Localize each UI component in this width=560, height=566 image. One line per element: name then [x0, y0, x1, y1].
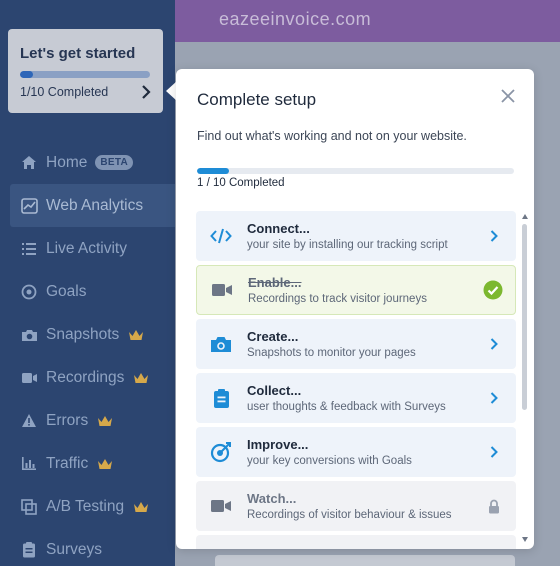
scrollbar-thumb[interactable]: [522, 224, 527, 410]
background-field: [215, 555, 515, 566]
sidebar-item-ab-testing[interactable]: A/B Testing: [10, 485, 175, 528]
sidebar-item-label: Traffic: [46, 454, 89, 472]
task-enable[interactable]: Enable... Recordings to track visitor jou…: [196, 265, 516, 315]
sidebar-item-errors[interactable]: Errors: [10, 399, 175, 442]
sidebar-item-label: Goals: [46, 282, 87, 300]
complete-setup-popover: Complete setup Find out what's working a…: [176, 69, 534, 549]
scroll-up-icon[interactable]: [522, 214, 528, 219]
camera-icon: [209, 332, 233, 356]
chart-icon: [20, 197, 38, 215]
sidebar-item-home[interactable]: Home BETA: [10, 141, 175, 184]
chevron-right-icon: [484, 334, 504, 354]
sidebar-item-label: Errors: [46, 411, 89, 429]
task-title: Improve...: [247, 437, 309, 452]
task-description: Snapshots to monitor your pages: [247, 347, 416, 359]
sidebar-item-label: Recordings: [46, 368, 125, 386]
task-title: Enable...: [248, 275, 302, 290]
check-circle-icon: [483, 280, 503, 300]
sidebar-item-recordings[interactable]: Recordings: [10, 356, 175, 399]
sidebar-item-snapshots[interactable]: Snapshots: [10, 313, 175, 356]
video-icon: [210, 278, 234, 302]
clipboard-icon: [209, 386, 233, 410]
crown-icon: [129, 329, 144, 340]
sidebar-nav: Home BETA Web Analytics Live Activity Go…: [10, 141, 175, 566]
setup-progress-fill: [197, 168, 229, 174]
sidebar-item-label: Web Analytics: [46, 196, 144, 214]
task-connect[interactable]: Connect... your site by installing our tr…: [196, 211, 516, 261]
task-title: Watch...: [247, 491, 297, 506]
sidebar-item-traffic[interactable]: Traffic: [10, 442, 175, 485]
chevron-right-icon: [484, 226, 504, 246]
scroll-down-icon[interactable]: [522, 537, 528, 542]
popover-subtitle: Find out what's working and not on your …: [197, 129, 467, 143]
chevron-right-icon[interactable]: [141, 85, 151, 99]
setup-progress-text: 1 / 10 Completed: [197, 177, 285, 189]
get-started-title: Let's get started: [20, 45, 136, 62]
chevron-right-icon: [484, 442, 504, 462]
sidebar-item-label: Surveys: [46, 540, 102, 558]
get-started-progress: [20, 71, 150, 78]
sidebar-item-label: Live Activity: [46, 239, 127, 257]
task-description: user thoughts & feedback with Surveys: [247, 401, 446, 413]
sidebar-item-web-analytics[interactable]: Web Analytics: [10, 184, 175, 227]
task-description: your key conversions with Goals: [247, 455, 412, 467]
camera-icon: [20, 326, 38, 344]
sidebar: Let's get started 1/10 Completed Home BE…: [0, 0, 175, 566]
popover-title: Complete setup: [197, 90, 317, 109]
site-name: eazeeinvoice.com: [219, 9, 372, 29]
list-icon: [20, 240, 38, 258]
home-icon: [20, 154, 38, 172]
crown-icon: [98, 415, 113, 426]
sidebar-item-live-activity[interactable]: Live Activity: [10, 227, 175, 270]
code-icon: [209, 224, 233, 248]
task-description: Recordings to track visitor journeys: [248, 293, 427, 305]
setup-task-list: Connect... your site by installing our tr…: [196, 211, 516, 549]
warning-icon: [20, 412, 38, 430]
beta-badge: BETA: [95, 155, 134, 170]
setup-progress-bar: [197, 168, 514, 174]
get-started-progress-fill: [20, 71, 33, 78]
crown-icon: [98, 458, 113, 469]
task-improve[interactable]: Improve... your key conversions with Goal…: [196, 427, 516, 477]
crown-icon: [134, 501, 149, 512]
sidebar-item-label: Snapshots: [46, 325, 120, 343]
sidebar-item-label: A/B Testing: [46, 497, 125, 515]
target-icon: [209, 440, 233, 464]
clipboard-icon: [20, 541, 38, 559]
task-watch: Watch... Recordings of visitor behaviour …: [196, 481, 516, 531]
task-description: Recordings of visitor behaviour & issues: [247, 509, 452, 521]
copy-icon: [20, 498, 38, 516]
sidebar-item-goals[interactable]: Goals: [10, 270, 175, 313]
target-icon: [20, 283, 38, 301]
get-started-count: 1/10 Completed: [20, 85, 109, 99]
task-create[interactable]: Create... Snapshots to monitor your pages: [196, 319, 516, 369]
sidebar-item-surveys[interactable]: Surveys: [10, 528, 175, 566]
task-title: Connect...: [247, 221, 310, 236]
crown-icon: [134, 372, 149, 383]
close-icon[interactable]: [500, 88, 516, 104]
video-icon: [20, 369, 38, 387]
task-title: Collect...: [247, 383, 302, 398]
task-description: your site by installing our tracking scr…: [247, 239, 448, 251]
bar-chart-icon: [20, 455, 38, 473]
lock-icon: [484, 496, 504, 516]
top-header: eazeeinvoice.com: [175, 0, 560, 42]
video-icon: [209, 494, 233, 518]
chevron-right-icon: [484, 388, 504, 408]
task-title: Create...: [247, 329, 299, 344]
task-collect[interactable]: Collect... user thoughts & feedback with …: [196, 373, 516, 423]
get-started-card[interactable]: Let's get started 1/10 Completed: [8, 29, 163, 113]
sidebar-item-label: Home: [46, 153, 88, 171]
task-next-partial: [196, 535, 516, 549]
